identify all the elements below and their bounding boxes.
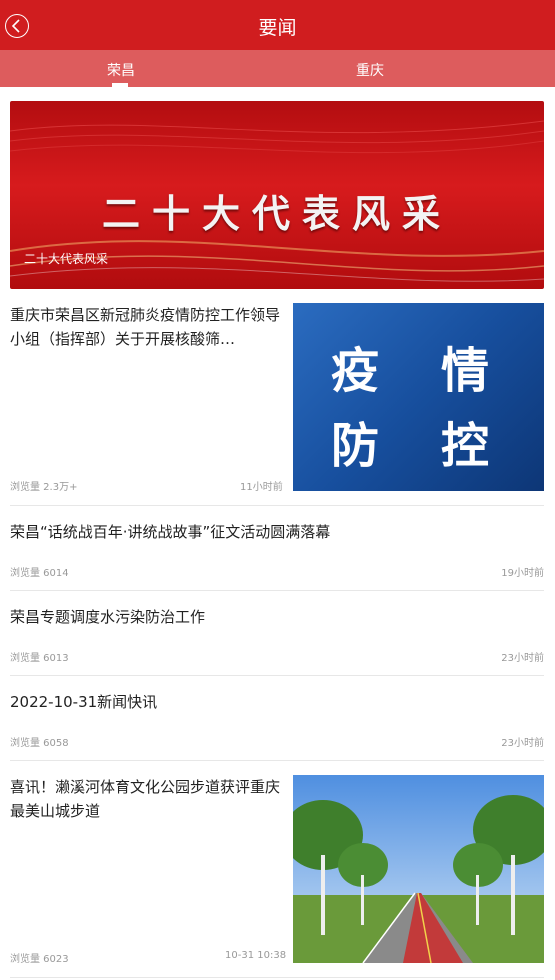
banner-headline: 二十大代表风采 xyxy=(101,191,452,236)
publish-time: 19小时前 xyxy=(501,568,544,579)
thumb-char: 情 xyxy=(441,343,490,399)
app-header: 要闻 xyxy=(0,0,555,50)
news-item[interactable]: 荣昌专题调度水污染防治工作 浏览量 6013 23小时前 xyxy=(10,591,544,676)
tab-bar: 荣昌 重庆 xyxy=(0,50,555,87)
view-count: 浏览量 6014 xyxy=(10,568,69,579)
news-item[interactable]: 喜讯！濑溪河体育文化公园步道获评重庆最美山城步道 浏览量 6023 10-31 … xyxy=(10,775,544,978)
news-title: 重庆市荣昌区新冠肺炎疫情防控工作领导小组（指挥部）关于开展核酸筛… xyxy=(10,306,281,348)
news-thumbnail: 疫 情 防 控 xyxy=(293,303,544,491)
tab-rongchang[interactable]: 荣昌 xyxy=(107,60,135,80)
thumb-char: 控 xyxy=(441,418,490,474)
tab-chongqing[interactable]: 重庆 xyxy=(356,60,384,80)
news-title: 荣昌专题调度水污染防治工作 xyxy=(10,608,206,626)
publish-time: 23小时前 xyxy=(501,653,544,664)
news-title: 荣昌“话统战百年·讲统战故事”征文活动圆满落幕 xyxy=(10,523,331,541)
news-thumbnail xyxy=(293,775,544,963)
thumb-char: 防 xyxy=(331,418,380,474)
news-item[interactable]: 重庆市荣昌区新冠肺炎疫情防控工作领导小组（指挥部）关于开展核酸筛… 疫 情 防 … xyxy=(10,303,544,506)
view-count: 浏览量 6058 xyxy=(10,738,69,749)
banner-carousel[interactable]: 二十大代表风采 二十大代表风采 xyxy=(10,101,544,289)
active-tab-indicator xyxy=(112,83,128,87)
news-item[interactable]: 荣昌“话统战百年·讲统战故事”征文活动圆满落幕 浏览量 6014 19小时前 xyxy=(10,506,544,591)
news-title: 喜讯！濑溪河体育文化公园步道获评重庆最美山城步道 xyxy=(10,778,281,820)
publish-time: 23小时前 xyxy=(501,738,544,749)
park-path-image xyxy=(293,775,544,963)
view-count: 浏览量 6023 xyxy=(10,954,69,965)
news-item[interactable]: 2022-10-31新闻快讯 浏览量 6058 23小时前 xyxy=(10,676,544,761)
thumb-char: 疫 xyxy=(331,343,380,399)
publish-time: 11小时前 xyxy=(240,482,283,493)
view-count: 浏览量 6013 xyxy=(10,653,69,664)
view-count: 浏览量 2.3万+ xyxy=(10,482,78,493)
banner-caption: 二十大代表风采 xyxy=(24,252,109,266)
publish-time: 10-31 10:38 xyxy=(225,950,287,961)
news-title: 2022-10-31新闻快讯 xyxy=(10,693,158,711)
page-title: 要闻 xyxy=(258,17,297,39)
